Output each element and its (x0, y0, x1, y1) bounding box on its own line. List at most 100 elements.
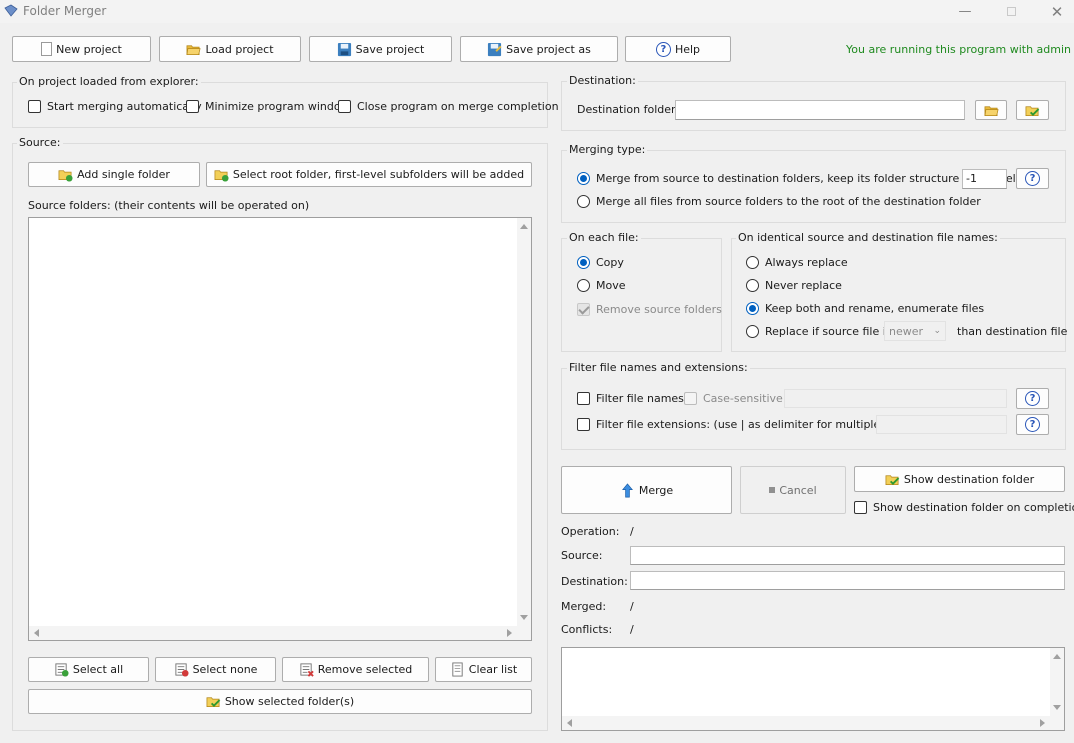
new-document-icon (41, 42, 53, 56)
radio-dot (746, 279, 759, 292)
filter-extensions-checkbox[interactable]: Filter file extensions: (use | as delimi… (577, 418, 926, 431)
scrollbar-corner (1050, 716, 1064, 730)
checkbox-box (854, 501, 867, 514)
filter-names-input[interactable] (784, 389, 1007, 408)
folder-check-icon (885, 474, 900, 485)
start-merging-checkbox[interactable]: Start merging automatically (28, 100, 202, 113)
always-replace-radio[interactable]: Always replace (746, 256, 848, 269)
merge-arrow-icon (621, 482, 633, 497)
conflicts-value: / (630, 623, 634, 636)
checkbox-box (186, 100, 199, 113)
remove-icon (300, 663, 314, 677)
admin-rights-notice: You are running this program with admin … (846, 43, 1074, 56)
structure-level-input[interactable]: -1 (962, 169, 1007, 189)
maximize-button[interactable] (988, 0, 1034, 23)
radio-dot (746, 325, 759, 338)
operation-label: Operation: (561, 525, 620, 538)
merge-button[interactable]: Merge (561, 466, 732, 514)
case-sensitive-checkbox[interactable]: Case-sensitive (684, 392, 783, 405)
cancel-button[interactable]: Cancel (740, 466, 846, 514)
select-none-button[interactable]: Select none (155, 657, 276, 682)
scroll-up-icon (520, 224, 528, 229)
add-single-folder-button[interactable]: Add single folder (28, 162, 200, 187)
source-folders-list[interactable] (28, 217, 532, 641)
filter-names-help-button[interactable]: ? (1016, 388, 1049, 409)
close-on-completion-checkbox[interactable]: Close program on merge completion (338, 100, 559, 113)
filter-extensions-help-button[interactable]: ? (1016, 414, 1049, 435)
merge-to-root-radio[interactable]: Merge all files from source folders to t… (577, 195, 981, 208)
radio-dot (577, 279, 590, 292)
radio-dot (577, 195, 590, 208)
on-load-group-label: On project loaded from explorer: (17, 75, 201, 88)
show-selected-folders-button[interactable]: Show selected folder(s) (28, 689, 532, 714)
load-project-label: Load project (205, 42, 274, 56)
source-list-label: Source folders: (their contents will be … (28, 199, 310, 212)
conflicts-label: Conflicts: (561, 623, 613, 636)
clear-list-icon (452, 662, 463, 677)
scroll-up-icon (1053, 654, 1061, 659)
chevron-down-icon: ⌄ (933, 326, 941, 336)
help-icon: ? (1025, 417, 1040, 432)
remove-source-folders-checkbox[interactable]: Remove source folders (577, 303, 722, 316)
status-source-field (630, 546, 1065, 565)
newer-older-select[interactable]: newer ⌄ (884, 321, 946, 341)
floppy-disk-icon (337, 42, 351, 56)
open-folder-icon (984, 105, 999, 116)
copy-radio[interactable]: Copy (577, 256, 624, 269)
select-root-folder-button[interactable]: Select root folder, first-level subfolde… (206, 162, 532, 187)
checkbox-box (684, 392, 697, 405)
save-project-label: Save project (355, 42, 425, 56)
filter-names-checkbox[interactable]: Filter file names: (577, 392, 688, 405)
help-label: Help (674, 42, 701, 56)
destination-folder-input[interactable] (675, 100, 965, 120)
radio-dot (746, 302, 759, 315)
move-radio[interactable]: Move (577, 279, 626, 292)
remove-selected-button[interactable]: Remove selected (282, 657, 429, 682)
never-replace-radio[interactable]: Never replace (746, 279, 842, 292)
show-dest-on-completion-checkbox[interactable]: Show destination folder on completion (854, 501, 1074, 514)
window-title: Folder Merger (23, 4, 107, 18)
merging-type-group-label: Merging type: (567, 143, 648, 156)
save-project-as-label: Save project as (506, 42, 591, 56)
open-destination-button[interactable] (1016, 100, 1049, 120)
merging-type-help-button[interactable]: ? (1016, 168, 1049, 189)
select-all-icon (55, 663, 69, 677)
horizontal-scrollbar[interactable] (29, 626, 517, 640)
scroll-left-icon (34, 629, 39, 637)
show-destination-folder-button[interactable]: Show destination folder (854, 466, 1065, 492)
minimize-button[interactable]: — (942, 0, 988, 23)
title-bar: Folder Merger — ✕ (0, 0, 1074, 23)
help-button[interactable]: ? Help (625, 36, 731, 62)
save-project-as-button[interactable]: Save project as (460, 36, 618, 62)
close-icon: ✕ (1050, 2, 1064, 21)
save-project-button[interactable]: Save project (309, 36, 452, 62)
filter-group (561, 368, 1066, 450)
vertical-scrollbar[interactable] (1050, 648, 1064, 716)
minimize-icon: — (958, 4, 972, 19)
close-button[interactable]: ✕ (1034, 0, 1074, 23)
merged-value: / (630, 600, 634, 613)
vertical-scrollbar[interactable] (517, 218, 531, 626)
minimize-window-checkbox[interactable]: Minimize program window (186, 100, 350, 113)
checkbox-box (338, 100, 351, 113)
horizontal-scrollbar[interactable] (562, 716, 1050, 730)
new-project-button[interactable]: New project (12, 36, 151, 62)
keep-both-radio[interactable]: Keep both and rename, enumerate files (746, 302, 984, 315)
identical-names-group-label: On identical source and destination file… (736, 231, 1000, 244)
scrollbar-corner (517, 626, 531, 640)
scroll-down-icon (1053, 705, 1061, 710)
radio-dot (746, 256, 759, 269)
save-as-icon (488, 42, 502, 56)
log-textbox[interactable] (561, 647, 1065, 731)
clear-list-button[interactable]: Clear list (435, 657, 532, 682)
filter-extensions-input[interactable] (876, 415, 1007, 434)
select-all-button[interactable]: Select all (28, 657, 149, 682)
keep-structure-radio[interactable]: Merge from source to destination folders… (577, 172, 1019, 185)
browse-destination-button[interactable] (975, 100, 1007, 120)
app-folder-icon (4, 4, 18, 17)
folder-add-icon (58, 170, 73, 182)
replace-if-radio[interactable]: Replace if source file is (746, 325, 892, 338)
load-project-button[interactable]: Load project (159, 36, 301, 62)
than-destination-label: than destination file (957, 325, 1068, 338)
destination-group-label: Destination: (567, 74, 638, 87)
